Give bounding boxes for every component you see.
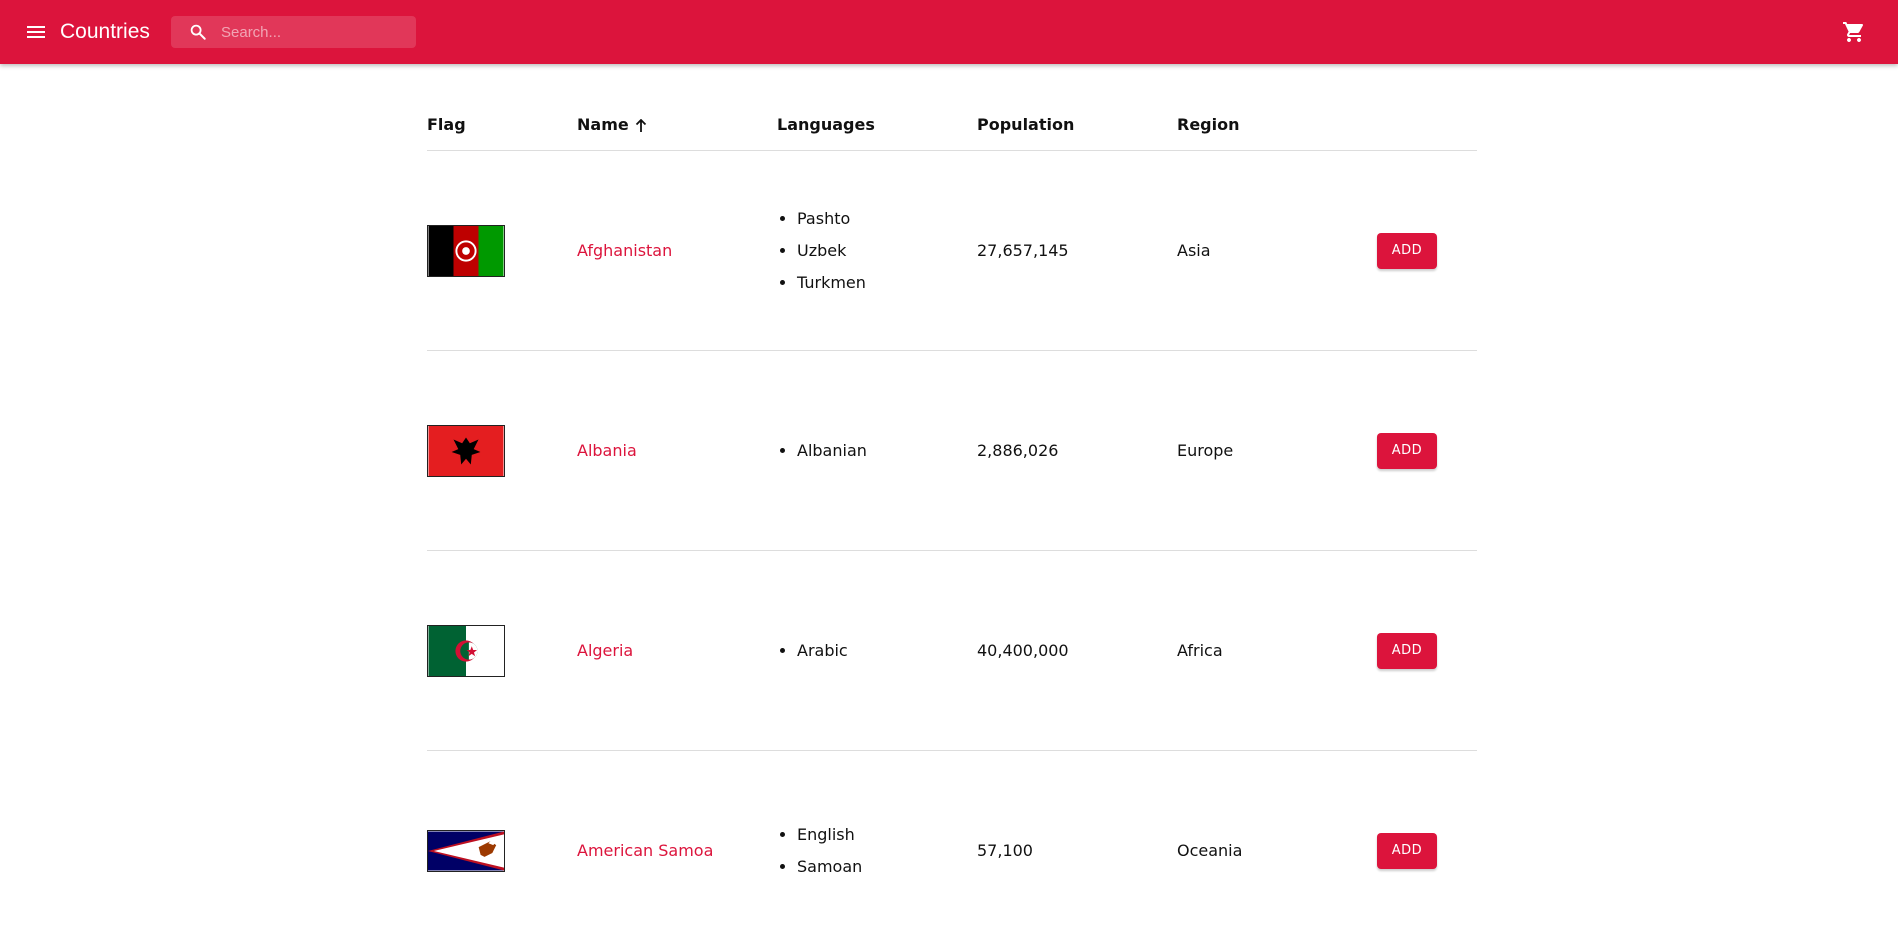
languages-list: Arabic: [777, 635, 848, 667]
header-name-label: Name: [577, 115, 629, 134]
language-item: Samoan: [797, 851, 862, 883]
search-input[interactable]: [221, 16, 411, 48]
region-value: Africa: [1177, 641, 1223, 660]
country-name-link[interactable]: Algeria: [577, 641, 633, 660]
algeria-flag: [427, 624, 505, 677]
menu-icon: [27, 26, 45, 38]
language-item: Turkmen: [797, 267, 866, 299]
population-value: 27,657,145: [977, 241, 1069, 260]
arrow-up-icon: [635, 118, 646, 132]
country-name-link[interactable]: Albania: [577, 441, 637, 460]
languages-list: Pashto Uzbek Turkmen: [777, 203, 866, 299]
language-item: Arabic: [797, 635, 848, 667]
table-row: American Samoa English Samoan 57,100 Oce…: [427, 751, 1477, 950]
language-item: English: [797, 819, 862, 851]
language-item: Uzbek: [797, 235, 866, 267]
app-bar: Countries: [0, 0, 1898, 64]
add-button[interactable]: ADD: [1377, 632, 1437, 669]
menu-button[interactable]: [24, 20, 48, 44]
table-row: Algeria Arabic 40,400,000 Africa ADD: [427, 551, 1477, 751]
table-row: Afghanistan Pashto Uzbek Turkmen 27,657,…: [427, 151, 1477, 351]
population-value: 57,100: [977, 841, 1033, 860]
region-value: Oceania: [1177, 841, 1243, 860]
country-name-link[interactable]: American Samoa: [577, 841, 713, 860]
languages-list: English Samoan: [777, 819, 862, 883]
population-value: 2,886,026: [977, 441, 1059, 460]
header-languages[interactable]: Languages: [777, 100, 875, 150]
language-item: Pashto: [797, 203, 866, 235]
afghanistan-flag: [427, 224, 505, 277]
header-flag: Flag: [427, 115, 466, 134]
region-value: Asia: [1177, 241, 1211, 260]
countries-table: Flag Name Languages Population Region Af…: [427, 100, 1477, 950]
add-button[interactable]: ADD: [1377, 832, 1437, 869]
albania-flag: [427, 424, 505, 477]
country-name-link[interactable]: Afghanistan: [577, 241, 672, 260]
language-item: Albanian: [797, 435, 867, 467]
languages-list: Albanian: [777, 435, 867, 467]
header-region[interactable]: Region: [1177, 100, 1240, 150]
add-button[interactable]: ADD: [1377, 232, 1437, 269]
add-button[interactable]: ADD: [1377, 432, 1437, 469]
search-icon: [190, 24, 206, 40]
population-value: 40,400,000: [977, 641, 1069, 660]
search-box: [171, 16, 416, 48]
american-samoa-flag: [427, 829, 505, 872]
region-value: Europe: [1177, 441, 1234, 460]
header-population[interactable]: Population: [977, 100, 1074, 150]
header-name[interactable]: Name: [577, 100, 647, 150]
table-header: Flag Name Languages Population Region: [427, 100, 1477, 151]
cart-button[interactable]: [1842, 20, 1866, 44]
table-row: Albania Albanian 2,886,026 Europe ADD: [427, 351, 1477, 551]
app-title: Countries: [60, 20, 150, 43]
shopping-cart-icon: [1843, 22, 1864, 42]
